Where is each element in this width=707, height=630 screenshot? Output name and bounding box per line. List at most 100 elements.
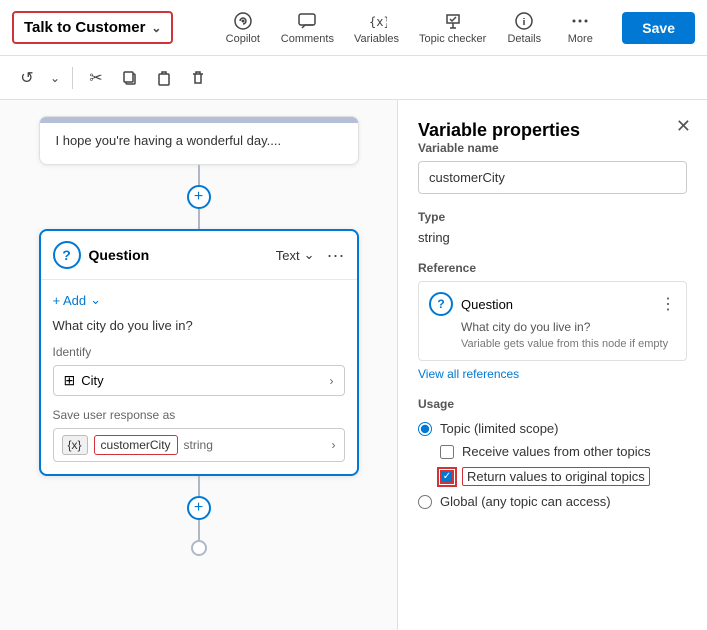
type-value: string <box>418 230 687 245</box>
usage-section: Usage Topic (limited scope) Receive valu… <box>418 397 687 509</box>
save-row[interactable]: {x} customerCity string › <box>53 428 345 462</box>
toolbar-divider-1 <box>72 67 73 89</box>
end-circle <box>191 540 207 556</box>
global-radio[interactable] <box>418 495 432 509</box>
topic-checker-button[interactable]: Topic checker <box>411 7 494 49</box>
variable-properties-panel: Variable properties ✕ Variable name Type… <box>397 100 707 630</box>
checkbox-group: Receive values from other topics ✓ Retur… <box>418 444 687 486</box>
var-badge: {x} <box>62 435 88 455</box>
topic-radio-row: Topic (limited scope) <box>418 421 687 436</box>
add-row-label: + Add <box>53 293 87 308</box>
var-name-label: Variable name <box>418 141 687 155</box>
var-name: customerCity <box>94 435 178 455</box>
svg-text:{x}: {x} <box>369 15 387 29</box>
message-node: I hope you're having a wonderful day.... <box>39 116 359 165</box>
ref-question-icon: ? <box>429 292 453 316</box>
connector-1: + <box>187 165 211 229</box>
details-button[interactable]: Details <box>498 7 550 49</box>
var-type: string <box>184 438 326 452</box>
ref-question-title: Question <box>461 297 652 312</box>
canvas-inner: I hope you're having a wonderful day....… <box>16 116 381 556</box>
talk-to-customer-label: Talk to Customer <box>24 19 145 36</box>
question-type-area[interactable]: Text ⌄ <box>276 247 315 263</box>
ref-note: Variable gets value from this node if em… <box>429 338 676 350</box>
ref-more-button[interactable]: ⋮ <box>660 294 676 314</box>
topic-checker-icon <box>443 11 463 31</box>
add-button-1[interactable]: + <box>187 185 211 209</box>
paste-button[interactable] <box>149 63 179 93</box>
topic-radio-label: Topic (limited scope) <box>440 421 559 436</box>
reference-label: Reference <box>418 261 687 275</box>
variables-label: Variables <box>354 33 399 45</box>
question-title: Question <box>89 247 268 263</box>
more-icon <box>570 11 590 31</box>
return-label: Return values to original topics <box>462 467 650 486</box>
variables-icon: {x} <box>367 11 387 31</box>
talk-to-customer-button[interactable]: Talk to Customer ⌄ <box>12 11 173 44</box>
receive-checkbox-row: Receive values from other topics <box>440 444 687 459</box>
connector-line-2 <box>198 209 200 229</box>
secondary-toolbar: ↺ ⌄ ✂ <box>0 56 707 100</box>
close-panel-button[interactable]: ✕ <box>676 116 691 137</box>
main-toolbar: Talk to Customer ⌄ Copilot Comments {x} <box>0 0 707 56</box>
receive-label: Receive values from other topics <box>462 444 651 459</box>
chevron-down-type-icon: ⌄ <box>304 247 315 263</box>
chevron-down-icon: ⌄ <box>151 21 161 35</box>
question-more-button[interactable]: ··· <box>327 245 345 266</box>
question-text: What city do you live in? <box>53 318 345 333</box>
connector-line-3 <box>198 476 200 496</box>
variables-button[interactable]: {x} Variables <box>346 7 407 49</box>
question-node-header: ? Question Text ⌄ ··· <box>41 231 357 280</box>
message-text: I hope you're having a wonderful day.... <box>56 133 282 148</box>
topic-radio[interactable] <box>418 422 432 436</box>
add-row-chevron-icon: ⌄ <box>90 292 101 308</box>
return-checkbox[interactable]: ✓ <box>440 470 454 484</box>
return-checkbox-row: ✓ Return values to original topics <box>440 467 687 486</box>
copilot-icon <box>233 11 253 31</box>
bottom-connector: + <box>187 476 211 556</box>
save-chevron-icon: › <box>332 438 336 452</box>
city-icon: ⊞ <box>64 372 76 389</box>
global-radio-label: Global (any topic can access) <box>440 494 611 509</box>
ref-header: ? Question ⋮ <box>429 292 676 316</box>
main-area: I hope you're having a wonderful day....… <box>0 100 707 630</box>
global-radio-row: Global (any topic can access) <box>418 494 687 509</box>
type-label: Type <box>418 210 687 224</box>
question-icon: ? <box>53 241 81 269</box>
delete-icon <box>190 70 206 86</box>
usage-label: Usage <box>418 397 687 411</box>
canvas: I hope you're having a wonderful day....… <box>0 100 397 630</box>
view-all-references-link[interactable]: View all references <box>418 367 687 381</box>
add-row-button[interactable]: + Add ⌄ <box>53 292 345 308</box>
connector-line-1 <box>198 165 200 185</box>
connector-line-4 <box>198 520 200 540</box>
save-button[interactable]: Save <box>622 12 695 44</box>
comments-label: Comments <box>281 33 334 45</box>
identify-chevron-icon: › <box>330 374 334 388</box>
copilot-button[interactable]: Copilot <box>217 7 269 49</box>
ref-question-text: What city do you live in? <box>429 320 676 334</box>
undo-button[interactable]: ↺ <box>12 63 42 93</box>
receive-checkbox[interactable] <box>440 445 454 459</box>
var-name-input[interactable] <box>418 161 687 194</box>
delete-button[interactable] <box>183 63 213 93</box>
comments-button[interactable]: Comments <box>273 7 342 49</box>
question-type-label: Text <box>276 248 300 263</box>
add-button-2[interactable]: + <box>187 496 211 520</box>
question-node-body: + Add ⌄ What city do you live in? Identi… <box>41 280 357 474</box>
cut-button[interactable]: ✂ <box>81 63 111 93</box>
topic-checker-label: Topic checker <box>419 33 486 45</box>
details-label: Details <box>507 33 541 45</box>
identify-row[interactable]: ⊞ City › <box>53 365 345 396</box>
node-header-strip <box>40 117 358 123</box>
more-label: More <box>568 33 593 45</box>
toolbar-icons: Copilot Comments {x} Variables Topic che… <box>217 7 607 49</box>
panel-title: Variable properties <box>418 120 580 140</box>
save-response-label: Save user response as <box>53 408 345 422</box>
copy-button[interactable] <box>115 63 145 93</box>
comments-icon <box>297 11 317 31</box>
identify-value: City <box>81 373 329 388</box>
identify-label: Identify <box>53 345 345 359</box>
more-button[interactable]: More <box>554 7 606 49</box>
undo-dropdown-button[interactable]: ⌄ <box>46 63 64 93</box>
